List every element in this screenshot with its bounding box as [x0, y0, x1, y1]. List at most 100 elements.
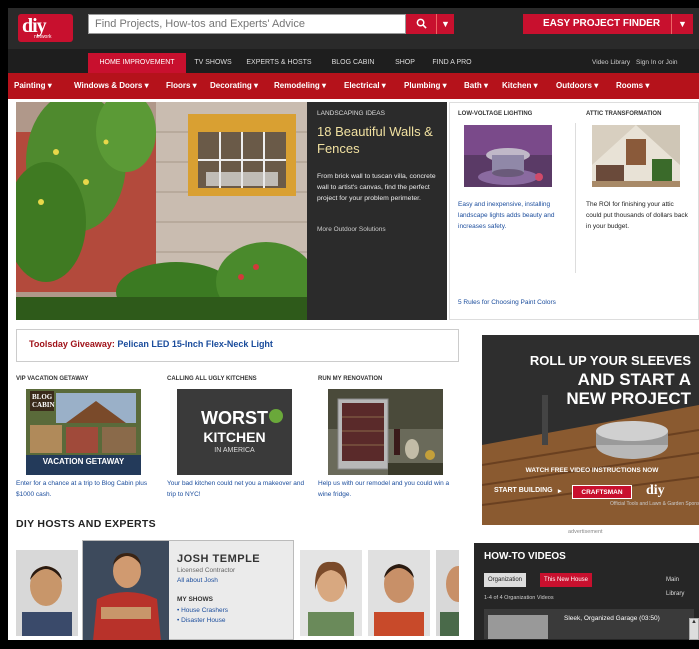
host-thumbnail[interactable] — [16, 550, 78, 636]
main-library-link[interactable]: Main Library — [662, 573, 699, 597]
cat-label: Windows & Doors — [74, 81, 143, 90]
easy-project-finder-button[interactable]: EASY PROJECT FINDER ▼ — [523, 14, 693, 34]
cat-label: Electrical — [344, 81, 380, 90]
video-list-item[interactable]: Sleek, Organized Garage (03:50) — [484, 609, 694, 639]
hero-title[interactable]: 18 Beautiful Walls & Fences — [317, 123, 437, 157]
tab-shop[interactable]: SHOP — [388, 53, 422, 73]
cat-kitchen[interactable]: Kitchen ▾ — [502, 73, 538, 99]
logo-subtext: network — [34, 34, 52, 40]
cat-plumbing[interactable]: Plumbing ▾ — [404, 73, 447, 99]
host-role: Licensed Contractor — [177, 567, 236, 574]
search-button[interactable] — [406, 14, 436, 34]
promo-kicker: RUN MY RENOVATION — [318, 376, 383, 382]
show-label: Disaster House — [181, 617, 226, 624]
josh-temple-photo[interactable] — [83, 541, 169, 640]
hero-kicker: LANDSCAPING IDEAS — [317, 110, 385, 117]
promo-vacation-getaway[interactable]: VIP VACATION GETAWAY BLOG CABIN VACATION… — [16, 376, 161, 500]
cat-floors[interactable]: Floors ▾ — [166, 73, 197, 99]
cat-remodeling[interactable]: Remodeling ▾ — [274, 73, 326, 99]
magnifier-icon — [416, 18, 427, 29]
craftsman-logo: CRAFTSMAN — [572, 485, 632, 499]
hero-image[interactable] — [16, 102, 307, 320]
toolsday-giveaway-banner[interactable]: Toolsday Giveaway: Pelican LED 15-Inch F… — [16, 329, 459, 362]
sign-in-link[interactable]: Sign In or Join — [636, 53, 678, 73]
kitchen-text: KITCHEN — [203, 429, 266, 445]
promo-description[interactable]: Enter for a chance at a trip to Blog Cab… — [16, 478, 161, 500]
cat-windows-doors[interactable]: Windows & Doors ▾ — [74, 73, 149, 99]
ad-brand-row: START BUILDING ▸ CRAFTSMAN diy Official … — [490, 483, 699, 507]
paint-colors-link[interactable]: 5 Rules for Choosing Paint Colors — [458, 299, 556, 306]
cat-label: Rooms — [616, 81, 644, 90]
cat-outdoors[interactable]: Outdoors ▾ — [556, 73, 598, 99]
videos-title: HOW-TO VIDEOS — [484, 551, 566, 562]
wine-fridge-thumbnail — [328, 389, 443, 475]
host-thumbnail[interactable] — [300, 550, 362, 636]
show-link-disaster-house[interactable]: • Disaster House — [177, 617, 226, 624]
vacation-getaway-image[interactable]: BLOG CABIN VACATION GETAWAY — [26, 389, 141, 475]
host-photo — [300, 550, 362, 636]
video-title[interactable]: Sleek, Organized Garage (03:50) — [564, 615, 660, 622]
diy-network-logo[interactable]: diy network — [18, 14, 73, 42]
tab-experts-hosts[interactable]: EXPERTS & HOSTS — [240, 53, 318, 73]
tab-tv-shows[interactable]: TV SHOWS — [188, 53, 238, 73]
start-building-text: START BUILDING — [494, 487, 553, 494]
cat-rooms[interactable]: Rooms ▾ — [616, 73, 649, 99]
wine-fridge-image[interactable] — [328, 389, 443, 475]
cat-painting[interactable]: Painting ▾ — [14, 73, 52, 99]
cat-electrical[interactable]: Electrical ▾ — [344, 73, 386, 99]
giveaway-link[interactable]: Pelican LED 15-Inch Flex-Neck Light — [117, 339, 273, 349]
tab-find-a-pro[interactable]: FIND A PRO — [426, 53, 478, 73]
show-link-house-crashers[interactable]: • House Crashers — [177, 607, 228, 614]
video-thumbnail[interactable] — [488, 615, 548, 639]
site-header: diy network ▼ EASY PROJECT FINDER ▼ — [8, 8, 699, 49]
feature-description[interactable]: Easy and inexpensive, installing landsca… — [458, 199, 560, 232]
cat-label: Remodeling — [274, 81, 320, 90]
cat-label: Floors — [166, 81, 191, 90]
promo-kicker: VIP VACATION GETAWAY — [16, 376, 89, 382]
finder-label: EASY PROJECT FINDER — [543, 18, 661, 29]
badge-icon — [269, 409, 283, 423]
cat-bath[interactable]: Bath ▾ — [464, 73, 488, 99]
feature-low-voltage-lighting[interactable]: LOW-VOLTAGE LIGHTING Easy and inexpensiv… — [450, 103, 568, 288]
host-thumbnail[interactable] — [368, 550, 430, 636]
craftsman-advertisement[interactable]: ROLL UP YOUR SLEEVES AND START A NEW PRO… — [482, 335, 699, 525]
hero-description: From brick wall to tuscan villa, concret… — [317, 173, 436, 202]
promo-description[interactable]: Your bad kitchen could net you a makeove… — [167, 478, 312, 500]
lighting-thumbnail[interactable] — [464, 125, 552, 187]
promo-run-my-renovation[interactable]: RUN MY RENOVATION Help us with our remod… — [318, 376, 463, 500]
cat-label: Kitchen — [502, 81, 532, 90]
tab-organization[interactable]: Organization — [484, 573, 527, 587]
tab-blog-cabin[interactable]: BLOG CABIN — [322, 53, 384, 73]
hosts-section-title: DIY HOSTS AND EXPERTS — [16, 518, 156, 530]
giveaway-label: Toolsday Giveaway: — [29, 339, 115, 349]
cat-label: Plumbing — [404, 81, 441, 90]
tab-this-new-house[interactable]: This New House — [540, 573, 593, 587]
promo-description[interactable]: Help us with our remodel and you could w… — [318, 478, 463, 500]
search-options-dropdown[interactable]: ▼ — [436, 14, 454, 34]
about-host-link[interactable]: All about Josh — [177, 577, 218, 584]
cat-label: Painting — [14, 81, 46, 90]
host-thumbnail[interactable] — [436, 550, 459, 636]
feature-kicker: LOW-VOLTAGE LIGHTING — [458, 111, 533, 117]
video-library-link[interactable]: Video Library — [592, 53, 630, 73]
tab-home-improvement[interactable]: HOME IMPROVEMENT — [88, 53, 186, 73]
host-photo — [83, 541, 169, 640]
scrollbar-up-arrow[interactable]: ▲ — [689, 618, 699, 640]
attic-thumbnail[interactable] — [592, 125, 680, 187]
diy-logo: diy — [646, 483, 665, 498]
feature-attic-transformation[interactable]: ATTIC TRANSFORMATION The ROI for finishi… — [578, 103, 696, 288]
host-name[interactable]: JOSH TEMPLE — [177, 553, 260, 565]
feature-description: The ROI for finishing your attic could p… — [586, 201, 688, 230]
more-outdoor-solutions-link[interactable]: More Outdoor Solutions — [317, 226, 437, 233]
page: diy network ▼ EASY PROJECT FINDER ▼ HOME… — [8, 8, 699, 640]
feature-kicker: ATTIC TRANSFORMATION — [586, 111, 662, 117]
search-input[interactable] — [88, 14, 406, 34]
ad-line-1: ROLL UP YOUR SLEEVES — [529, 353, 691, 368]
featured-host-card[interactable]: JOSH TEMPLE Licensed Contractor All abou… — [82, 540, 294, 640]
video-count: 1-4 of 4 Organization Videos — [484, 595, 554, 601]
cat-decorating[interactable]: Decorating ▾ — [210, 73, 258, 99]
worst-kitchen-image[interactable]: WORST KITCHEN IN AMERICA — [177, 389, 292, 475]
promo-ugly-kitchens[interactable]: CALLING ALL UGLY KITCHENS WORST KITCHEN … — [167, 376, 312, 500]
hero-feature-panel[interactable]: LANDSCAPING IDEAS 18 Beautiful Walls & F… — [307, 102, 447, 320]
top-navigation: HOME IMPROVEMENT TV SHOWS EXPERTS & HOST… — [8, 49, 699, 73]
